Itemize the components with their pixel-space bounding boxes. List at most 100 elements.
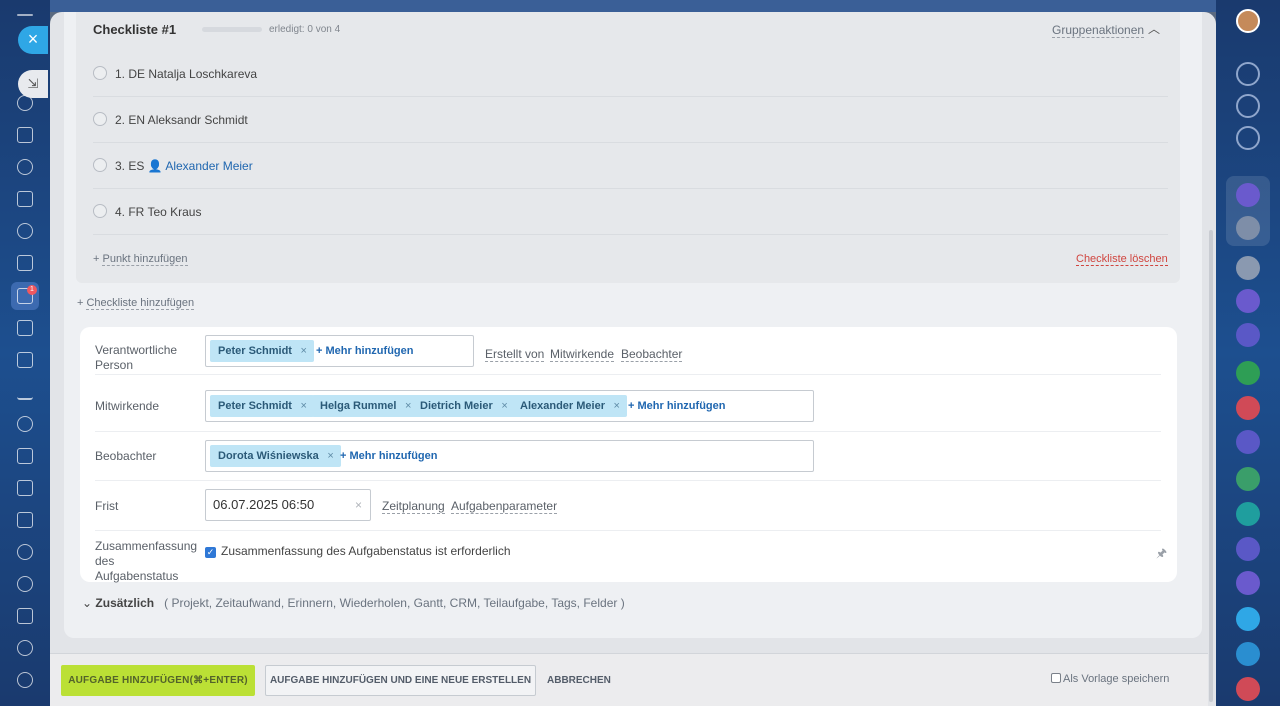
participant-tag[interactable]: Alexander Meier × — [512, 395, 627, 417]
cart-icon[interactable] — [17, 416, 33, 432]
grid-icon[interactable] — [17, 512, 33, 528]
group-actions-link[interactable]: Gruppenaktionen — [1052, 23, 1145, 38]
edit-icon[interactable] — [17, 608, 33, 624]
checklist-item[interactable]: 1. DE Natalja Loschkareva — [93, 51, 1168, 97]
lock-chat-icon-3[interactable] — [1236, 502, 1260, 526]
menu-icon[interactable] — [17, 14, 33, 16]
pulse-icon[interactable] — [1236, 94, 1260, 118]
deadline-input[interactable]: 06.07.2025 06:50 × — [205, 489, 371, 521]
additional-section[interactable]: ⌄ Zusätzlich ( Projekt, Zeitaufwand, Eri… — [82, 596, 625, 610]
crm-icon[interactable] — [17, 320, 33, 336]
checklist-item-text[interactable]: 4. FR Teo Kraus — [115, 205, 201, 219]
add-more-link[interactable]: + Mehr hinzufügen — [316, 340, 413, 362]
created-by-link[interactable]: Erstellt von — [485, 347, 545, 362]
add-point-link[interactable]: + Punkt hinzufügen — [93, 253, 188, 266]
extra-project[interactable]: Projekt, — [171, 596, 212, 610]
checklist-item[interactable]: 2. EN Aleksandr Schmidt — [93, 97, 1168, 143]
save-template-checkbox[interactable]: Als Vorlage speichern — [1051, 673, 1169, 685]
remove-tag-icon[interactable]: × — [501, 395, 507, 417]
pin-icon[interactable]: 🖈 — [1156, 544, 1167, 565]
participant-tag[interactable]: Helga Rummel × — [312, 395, 419, 417]
extra-fields[interactable]: Felder — [583, 596, 617, 610]
responsible-input[interactable]: Peter Schmidt × + Mehr hinzufügen — [205, 335, 474, 367]
checklist-title[interactable]: Checkliste #1 — [93, 22, 176, 37]
summary-checkbox[interactable]: ✓ — [205, 547, 216, 558]
extra-time[interactable]: Zeitaufwand, — [215, 596, 284, 610]
chat-icon[interactable] — [17, 159, 33, 175]
lock-chat-icon-4[interactable] — [1236, 677, 1260, 701]
observers-link[interactable]: Beobachter — [621, 347, 683, 362]
extra-remind[interactable]: Erinnern, — [288, 596, 337, 610]
remove-tag-icon[interactable]: × — [327, 445, 333, 467]
lock-chat-icon[interactable] — [1236, 361, 1260, 385]
presentation-icon[interactable] — [17, 352, 33, 368]
user-avatar[interactable] — [1236, 9, 1260, 33]
remove-tag-icon[interactable]: × — [301, 395, 307, 417]
add-more-link[interactable]: + Mehr hinzufügen — [628, 395, 725, 417]
docs-icon[interactable] — [17, 255, 33, 271]
lock-chat-icon-2[interactable] — [1236, 396, 1260, 420]
add-task-button[interactable]: AUFGABE HINZUFÜGEN(⌘+ENTER) — [61, 665, 255, 696]
responsible-tag[interactable]: Peter Schmidt × — [210, 340, 314, 362]
template-checkbox[interactable] — [1051, 673, 1061, 683]
chat-avatar-4[interactable] — [1236, 289, 1260, 313]
checklist-item[interactable]: 4. FR Teo Kraus — [93, 189, 1168, 235]
participant-tag[interactable]: Peter Schmidt × — [210, 395, 314, 417]
extra-crm[interactable]: CRM, — [450, 596, 481, 610]
extra-gantt[interactable]: Gantt, — [414, 596, 447, 610]
chat-avatar-6[interactable] — [1236, 430, 1260, 454]
bell-icon[interactable] — [1236, 62, 1260, 86]
headset-icon[interactable] — [17, 640, 33, 656]
observers-input[interactable]: Dorota Wiśniewska × + Mehr hinzufügen — [205, 440, 814, 472]
extra-tags[interactable]: Tags, — [551, 596, 580, 610]
cancel-button[interactable]: ABBRECHEN — [547, 665, 611, 696]
filter-icon[interactable] — [17, 448, 33, 464]
close-slider-button[interactable]: × — [18, 26, 48, 54]
remove-tag-icon[interactable]: × — [614, 395, 620, 417]
add-checklist-label[interactable]: Checkliste hinzufügen — [86, 297, 195, 310]
chat-avatar-11[interactable] — [1236, 642, 1260, 666]
checklist-checkbox[interactable] — [93, 158, 107, 172]
clear-date-icon[interactable]: × — [355, 490, 362, 520]
minimize-slider-button[interactable]: ⇲ — [18, 70, 48, 98]
chat-avatar-9[interactable] — [1236, 571, 1260, 595]
participants-link[interactable]: Mitwirkende — [550, 347, 615, 362]
delete-checklist-link[interactable]: Checkliste löschen — [1076, 253, 1168, 266]
robot-icon[interactable] — [17, 544, 33, 560]
target-icon[interactable] — [17, 576, 33, 592]
extra-repeat[interactable]: Wiederholen, — [340, 596, 411, 610]
remove-tag-icon[interactable]: × — [301, 340, 307, 362]
add-checklist-link[interactable]: + Checkliste hinzufügen — [77, 297, 195, 310]
chat-avatar-5[interactable] — [1236, 323, 1260, 347]
observer-tag[interactable]: Dorota Wiśniewska × — [210, 445, 341, 467]
checklist-checkbox[interactable] — [93, 66, 107, 80]
checklist-item-text[interactable]: 1. DE Natalja Loschkareva — [115, 67, 257, 81]
summary-checkbox-label[interactable]: Zusammenfassung des Aufgabenstatus ist e… — [221, 544, 511, 558]
checklist-item-text[interactable]: 3. ES 👤 Alexander Meier — [115, 159, 253, 173]
add-and-new-button[interactable]: AUFGABE HINZUFÜGEN UND EINE NEUE ERSTELL… — [265, 665, 536, 696]
template-label[interactable]: Als Vorlage speichern — [1063, 673, 1169, 685]
analytics-icon[interactable] — [17, 384, 33, 400]
chat-avatar-8[interactable] — [1236, 537, 1260, 561]
checklist-item[interactable]: 3. ES 👤 Alexander Meier — [93, 143, 1168, 189]
remove-tag-icon[interactable]: × — [405, 395, 411, 417]
participant-tag[interactable]: Dietrich Meier × — [412, 395, 515, 417]
chevron-up-icon[interactable]: ︿ — [1148, 20, 1160, 37]
search-chat-icon[interactable] — [1236, 126, 1260, 150]
chat-avatar-1[interactable] — [1236, 183, 1260, 207]
add-more-link[interactable]: + Mehr hinzufügen — [340, 445, 437, 467]
extra-subtask[interactable]: Teilaufgabe, — [483, 596, 548, 610]
checklist-checkbox[interactable] — [93, 204, 107, 218]
checklist-item-text[interactable]: 2. EN Aleksandr Schmidt — [115, 113, 248, 127]
chat-avatar-2[interactable] — [1236, 216, 1260, 240]
calendar-icon[interactable] — [17, 191, 33, 207]
scrollbar[interactable] — [1209, 230, 1213, 702]
checklist-checkbox[interactable] — [93, 112, 107, 126]
chat-avatar-3[interactable] — [1236, 256, 1260, 280]
checklist-item-person[interactable]: Alexander Meier — [165, 159, 252, 173]
task-parameters-link[interactable]: Aufgabenparameter — [451, 499, 558, 514]
chat-avatar-10[interactable] — [1236, 607, 1260, 631]
participants-input[interactable]: Peter Schmidt × Helga Rummel × Dietrich Me… — [205, 390, 814, 422]
chat-avatar-7[interactable] — [1236, 467, 1260, 491]
cards-icon[interactable] — [17, 480, 33, 496]
